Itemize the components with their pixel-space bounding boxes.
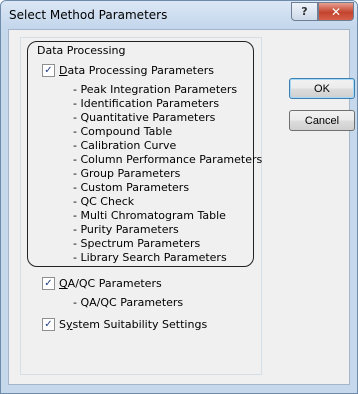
- system-suitability-checkbox[interactable]: ✓ System Suitability Settings: [42, 318, 207, 331]
- checkbox-box[interactable]: ✓: [42, 277, 55, 290]
- list-item: - Column Performance Parameters: [73, 153, 263, 166]
- list-item: - Peak Integration Parameters: [73, 83, 238, 96]
- cancel-button[interactable]: Cancel: [289, 110, 355, 131]
- data-processing-parameters-checkbox[interactable]: ✓ Data Processing Parameters: [42, 64, 214, 77]
- dialog-window: Select Method Parameters ? ✕ OK Cancel D…: [0, 0, 358, 394]
- list-item: - Group Parameters: [73, 167, 181, 180]
- list-item: - Calibration Curve: [73, 139, 177, 152]
- list-item: - Library Search Parameters: [73, 251, 227, 264]
- checkbox-box[interactable]: ✓: [42, 64, 55, 77]
- qaqc-parameters-checkbox[interactable]: ✓ QA/QC Parameters: [42, 277, 162, 290]
- list-item: - Spectrum Parameters: [73, 237, 201, 250]
- list-item: - Compound Table: [73, 125, 173, 138]
- ok-button[interactable]: OK: [289, 78, 355, 99]
- list-item: - Identification Parameters: [73, 97, 220, 110]
- check-icon: ✓: [44, 318, 53, 330]
- list-item: - Purity Parameters: [73, 223, 179, 236]
- close-button[interactable]: ✕: [318, 2, 354, 21]
- list-item: - Quantitative Parameters: [73, 111, 216, 124]
- title-bar: Select Method Parameters ? ✕: [1, 1, 357, 29]
- check-icon: ✓: [44, 277, 53, 289]
- list-item: - Custom Parameters: [73, 181, 190, 194]
- checkbox-label: System Suitability Settings: [59, 318, 208, 331]
- checkbox-label: QA/QC Parameters: [59, 277, 162, 290]
- checkbox-box[interactable]: ✓: [42, 318, 55, 331]
- help-icon: ?: [301, 5, 308, 18]
- list-item: - Multi Chromatogram Table: [73, 209, 226, 222]
- list-item: - QC Check: [73, 195, 135, 208]
- window-title: Select Method Parameters: [9, 8, 168, 22]
- checkbox-label: Data Processing Parameters: [59, 64, 214, 77]
- close-icon: ✕: [330, 4, 342, 19]
- help-button[interactable]: ?: [291, 2, 318, 21]
- check-icon: ✓: [44, 64, 53, 76]
- list-item: - QA/QC Parameters: [73, 296, 184, 309]
- data-processing-group-label: Data Processing: [37, 44, 126, 57]
